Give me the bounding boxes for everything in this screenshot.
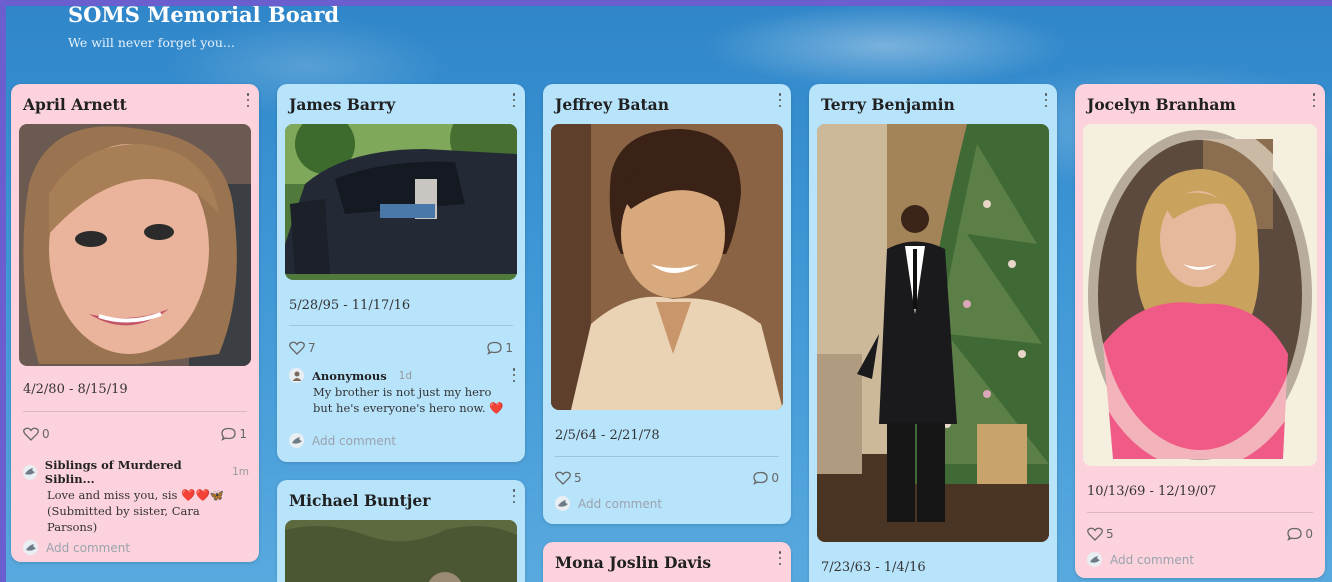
heart-icon xyxy=(23,427,39,441)
comment-body: My brother is not just my hero but he's … xyxy=(313,385,504,415)
add-comment[interactable]: Add comment xyxy=(289,433,396,448)
more-options-icon[interactable] xyxy=(1043,93,1049,107)
divider xyxy=(555,456,779,457)
comment-author[interactable]: Siblings of Murdered Siblin... xyxy=(45,458,220,486)
more-options-icon[interactable] xyxy=(1311,93,1317,107)
post-photo[interactable] xyxy=(285,124,517,280)
comment-count: 0 xyxy=(1305,527,1313,541)
add-comment-label: Add comment xyxy=(46,540,131,555)
post-card[interactable]: April Arnett 4/2/80 - 8/15/19 0 1 Siblin… xyxy=(11,84,259,562)
dove-icon xyxy=(24,468,35,475)
post-card[interactable]: Jocelyn Branham 10/13/69 - 12/19/07 5 0 xyxy=(1075,84,1325,578)
add-comment[interactable]: Add comment xyxy=(23,540,130,555)
more-options-icon[interactable] xyxy=(777,551,783,565)
comment-time: 1m xyxy=(232,466,249,478)
comment-bubble-icon xyxy=(487,341,503,355)
post-card[interactable]: Terry Benjamin 7/23/63 - 1/4/16 xyxy=(809,84,1057,582)
divider xyxy=(23,411,247,412)
like-button[interactable]: 7 xyxy=(289,341,316,355)
comment-count: 1 xyxy=(239,427,247,441)
comment-button[interactable]: 0 xyxy=(1287,527,1313,541)
post-dates: 10/13/69 - 12/19/07 xyxy=(1087,484,1217,499)
add-comment-label: Add comment xyxy=(1110,552,1195,567)
heart-icon xyxy=(555,471,571,485)
dove-icon xyxy=(557,499,568,507)
avatar xyxy=(23,464,37,480)
post-dates: 7/23/63 - 1/4/16 xyxy=(821,560,926,575)
comment-button[interactable]: 1 xyxy=(221,427,247,441)
post-title: April Arnett xyxy=(23,95,127,114)
more-options-icon[interactable] xyxy=(511,489,517,503)
post-dates: 5/28/95 - 11/17/16 xyxy=(289,298,411,313)
like-count: 5 xyxy=(574,471,582,485)
more-options-icon[interactable] xyxy=(245,93,251,107)
comment-bubble-icon xyxy=(221,427,237,441)
post-title: Terry Benjamin xyxy=(821,95,955,114)
comment-item: Siblings of Murdered Siblin... 1m Love a… xyxy=(23,458,249,535)
post-card[interactable]: Michael Buntjer xyxy=(277,480,525,582)
emoji: ❤️ xyxy=(489,401,504,415)
comment-count: 1 xyxy=(505,341,513,355)
board-subtitle: We will never forget you... xyxy=(68,35,235,50)
comment-body: Love and miss you, sis ❤️❤️🦋 (Submitted … xyxy=(47,488,225,534)
heart-icon xyxy=(1087,527,1103,541)
comment-item: Anonymous 1d My brother is not just my h… xyxy=(289,368,515,416)
heart-icon xyxy=(289,341,305,355)
avatar xyxy=(289,368,304,383)
emoji: ❤️❤️🦋 xyxy=(181,488,225,502)
avatar xyxy=(23,540,38,555)
dove-icon xyxy=(291,436,302,444)
user-icon xyxy=(292,371,301,381)
divider xyxy=(289,325,513,326)
comment-bubble-icon xyxy=(753,471,769,485)
comment-author[interactable]: Anonymous xyxy=(312,369,387,383)
more-options-icon[interactable] xyxy=(511,93,517,107)
dove-icon xyxy=(1089,555,1100,563)
more-options-icon[interactable] xyxy=(777,93,783,107)
comment-bubble-icon xyxy=(1287,527,1303,541)
dove-icon xyxy=(25,543,36,551)
comment-time: 1d xyxy=(398,369,413,382)
post-dates: 2/5/64 - 2/21/78 xyxy=(555,428,660,443)
post-title: Mona Joslin Davis xyxy=(555,553,712,572)
comment-button[interactable]: 0 xyxy=(753,471,779,485)
divider xyxy=(1087,512,1313,513)
like-button[interactable]: 5 xyxy=(555,471,582,485)
post-title: Jocelyn Branham xyxy=(1087,95,1236,114)
post-photo[interactable] xyxy=(19,124,251,366)
post-title: Michael Buntjer xyxy=(289,491,431,510)
like-count: 0 xyxy=(42,427,50,441)
board-title: SOMS Memorial Board xyxy=(68,6,340,27)
post-title: James Barry xyxy=(289,95,396,114)
avatar xyxy=(289,433,304,448)
post-card[interactable]: Jeffrey Batan 2/5/64 - 2/21/78 5 0 Add c… xyxy=(543,84,791,524)
post-title: Jeffrey Batan xyxy=(555,95,669,114)
like-count: 7 xyxy=(308,341,316,355)
post-photo[interactable] xyxy=(1083,124,1317,466)
like-count: 5 xyxy=(1106,527,1114,541)
board-header: SOMS Memorial Board We will never forget… xyxy=(68,6,339,50)
post-photo[interactable] xyxy=(817,124,1049,542)
add-comment-label: Add comment xyxy=(578,496,663,511)
post-dates: 4/2/80 - 8/15/19 xyxy=(23,382,128,397)
comment-button[interactable]: 1 xyxy=(487,341,513,355)
like-button[interactable]: 0 xyxy=(23,427,50,441)
post-card[interactable]: James Barry 5/28/95 - 11/17/16 7 1 Anony… xyxy=(277,84,525,462)
add-comment[interactable]: Add comment xyxy=(555,496,662,511)
comment-count: 0 xyxy=(771,471,779,485)
add-comment-label: Add comment xyxy=(312,433,397,448)
add-comment[interactable]: Add comment xyxy=(1087,552,1194,567)
avatar xyxy=(555,496,570,511)
like-button[interactable]: 5 xyxy=(1087,527,1114,541)
memorial-board: SOMS Memorial Board We will never forget… xyxy=(6,6,1332,582)
post-card[interactable]: Mona Joslin Davis xyxy=(543,542,791,582)
post-photo[interactable] xyxy=(285,520,517,582)
avatar xyxy=(1087,552,1102,567)
post-photo[interactable] xyxy=(551,124,783,410)
